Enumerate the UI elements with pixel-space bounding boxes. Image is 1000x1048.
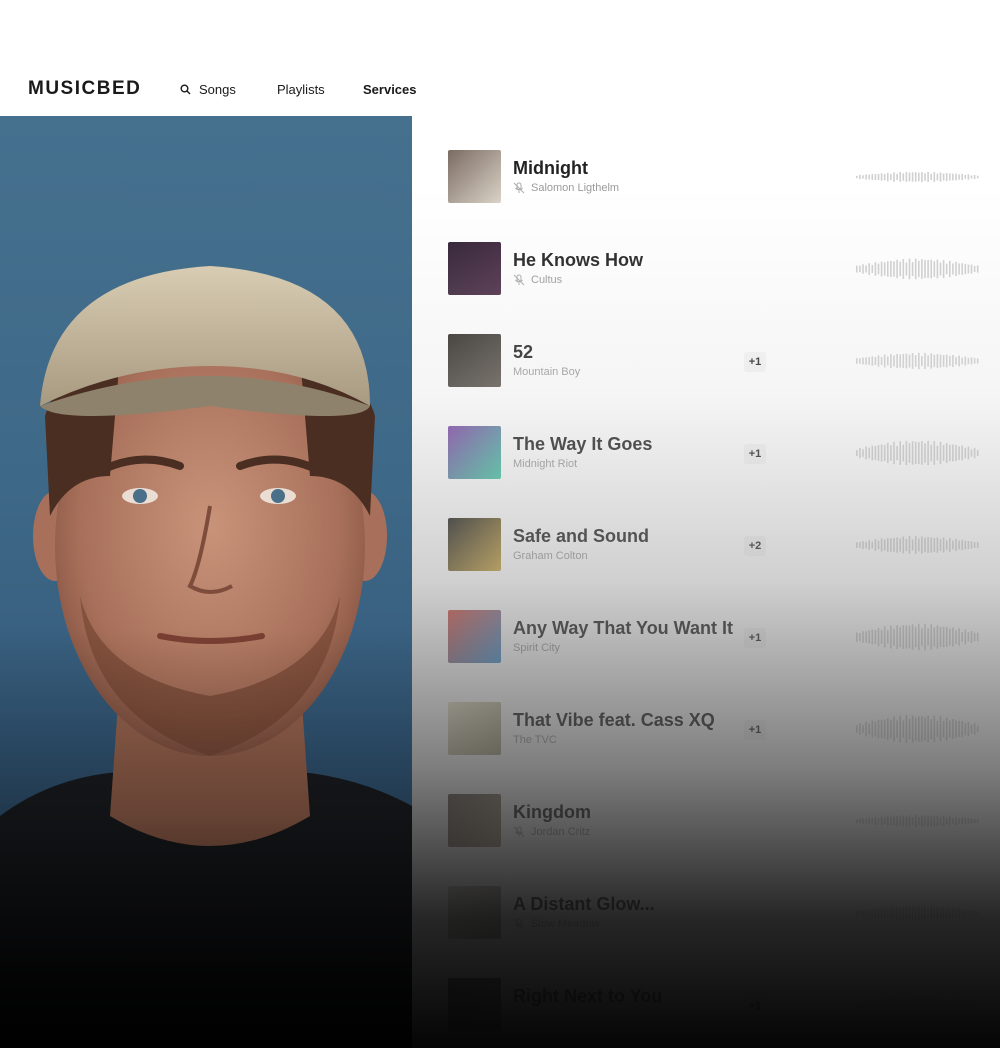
waveform[interactable] xyxy=(853,620,983,654)
artist-name[interactable]: Graham Colton xyxy=(513,550,588,562)
song-artist-line: Salomon Ligthelm xyxy=(513,182,619,194)
waveform[interactable] xyxy=(853,988,983,1022)
song-row[interactable]: Any Way That You Want It Spirit City +1 xyxy=(448,610,1000,670)
more-versions-badge[interactable]: +2 xyxy=(744,536,766,556)
song-title[interactable]: Safe and Sound xyxy=(513,526,649,547)
song-artist-line: Graham Colton xyxy=(513,550,588,562)
more-versions-badge[interactable]: +1 xyxy=(744,352,766,372)
nav-songs[interactable]: Songs xyxy=(180,82,236,97)
artist-name[interactable]: Midnight Riot xyxy=(513,458,577,470)
waveform[interactable] xyxy=(853,528,983,562)
album-cover[interactable] xyxy=(448,242,501,295)
song-artist-line: Cultus xyxy=(513,274,562,286)
song-title[interactable]: Right Next to You xyxy=(513,986,662,1007)
song-artist-line: The TVC xyxy=(513,734,557,746)
more-versions-badge[interactable]: +1 xyxy=(744,628,766,648)
waveform[interactable] xyxy=(853,252,983,286)
artist-photo xyxy=(0,116,412,1048)
album-cover[interactable] xyxy=(448,886,501,939)
song-list: Midnight Salomon Ligthelm He Knows How Cult… xyxy=(412,116,1000,1048)
song-artist-line: Jordan Critz xyxy=(513,826,590,838)
album-cover[interactable] xyxy=(448,702,501,755)
album-cover[interactable] xyxy=(448,150,501,203)
artist-name[interactable]: Slow Meadow xyxy=(531,918,599,930)
song-artist-line: Slow Meadow xyxy=(513,918,599,930)
waveform[interactable] xyxy=(853,436,983,470)
song-row[interactable]: A Distant Glow... Slow Meadow xyxy=(448,886,1000,946)
song-artist-line: Mountain Boy xyxy=(513,366,580,378)
no-vocals-icon xyxy=(513,274,525,286)
waveform[interactable] xyxy=(853,160,983,194)
more-versions-badge[interactable]: +1 xyxy=(744,444,766,464)
album-cover[interactable] xyxy=(448,978,501,1031)
waveform[interactable] xyxy=(853,344,983,378)
song-artist-line: Spirit City xyxy=(513,642,560,654)
song-row[interactable]: He Knows How Cultus xyxy=(448,242,1000,302)
artist-name[interactable]: Cultus xyxy=(531,274,562,286)
song-row[interactable]: 52 Mountain Boy +1 xyxy=(448,334,1000,394)
song-row[interactable]: Kingdom Jordan Critz xyxy=(448,794,1000,854)
song-row[interactable]: Safe and Sound Graham Colton +2 xyxy=(448,518,1000,578)
album-cover[interactable] xyxy=(448,794,501,847)
song-title[interactable]: He Knows How xyxy=(513,250,643,271)
song-row[interactable]: The Way It Goes Midnight Riot +1 xyxy=(448,426,1000,486)
song-row[interactable]: That Vibe feat. Cass XQ The TVC +1 xyxy=(448,702,1000,762)
song-title[interactable]: That Vibe feat. Cass XQ xyxy=(513,710,715,731)
no-vocals-icon xyxy=(513,918,525,930)
album-cover[interactable] xyxy=(448,610,501,663)
artist-name[interactable]: Spirit City xyxy=(513,642,560,654)
more-versions-badge[interactable]: +1 xyxy=(744,996,766,1016)
waveform[interactable] xyxy=(853,896,983,930)
artist-portrait-illustration xyxy=(0,266,412,1048)
no-vocals-icon xyxy=(513,182,525,194)
musicbed-logo[interactable]: MUSICBED xyxy=(28,78,141,100)
nav-services[interactable]: Services xyxy=(363,82,417,97)
song-title[interactable]: The Way It Goes xyxy=(513,434,652,455)
no-vocals-icon xyxy=(513,826,525,838)
artist-name[interactable]: Mountain Boy xyxy=(513,366,580,378)
song-row[interactable]: Midnight Salomon Ligthelm xyxy=(448,150,1000,210)
artist-name[interactable]: Jordan Critz xyxy=(531,826,590,838)
top-nav: MUSICBED Songs Playlists Services xyxy=(0,0,1000,116)
song-title[interactable]: Midnight xyxy=(513,158,588,179)
waveform[interactable] xyxy=(853,712,983,746)
waveform[interactable] xyxy=(853,804,983,838)
search-icon xyxy=(180,84,191,95)
album-cover[interactable] xyxy=(448,334,501,387)
song-row[interactable]: Right Next to You +1 xyxy=(448,978,1000,1038)
artist-name[interactable]: Salomon Ligthelm xyxy=(531,182,619,194)
song-title[interactable]: A Distant Glow... xyxy=(513,894,655,915)
nav-songs-label: Songs xyxy=(199,82,236,97)
album-cover[interactable] xyxy=(448,518,501,571)
song-title[interactable]: Any Way That You Want It xyxy=(513,618,733,639)
song-artist-line: Midnight Riot xyxy=(513,458,577,470)
artist-name[interactable]: The TVC xyxy=(513,734,557,746)
song-title[interactable]: Kingdom xyxy=(513,802,591,823)
album-cover[interactable] xyxy=(448,426,501,479)
more-versions-badge[interactable]: +1 xyxy=(744,720,766,740)
song-title[interactable]: 52 xyxy=(513,342,533,363)
nav-playlists[interactable]: Playlists xyxy=(277,82,325,97)
